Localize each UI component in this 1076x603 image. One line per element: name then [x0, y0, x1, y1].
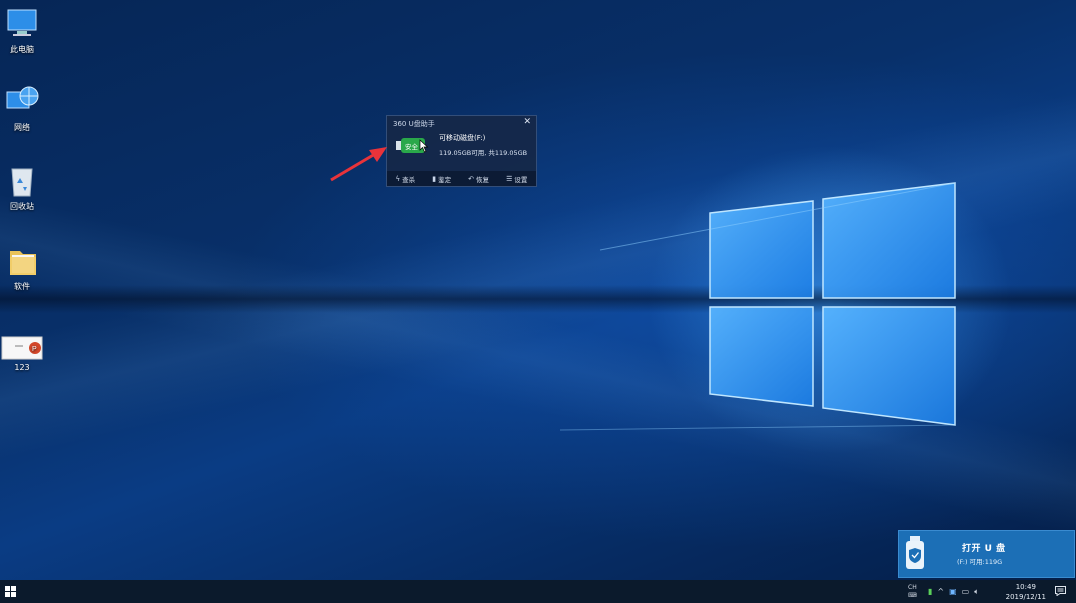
usb-helper-popup: 360 U盘助手 ✕ 安全 可移动磁盘(F:) 119.05GB可用, 共119…	[386, 115, 537, 187]
volume-icon[interactable]: 🔈︎	[974, 587, 979, 597]
restore-button[interactable]: ↶ 恢复	[468, 174, 489, 184]
folder-icon	[4, 243, 40, 279]
close-icon[interactable]: ✕	[523, 117, 531, 127]
clock-time: 10:49	[1015, 583, 1036, 591]
chevron-up-icon[interactable]: ^	[937, 587, 944, 596]
lightning-icon: ϟ	[395, 174, 401, 183]
toast-title: 打开 U 盘	[962, 544, 1006, 554]
popup-title: 360 U盘助手	[393, 120, 435, 128]
mouse-cursor-icon	[419, 139, 429, 153]
computer-icon	[4, 6, 40, 42]
desktop-icon-recycle-bin[interactable]: 回收站	[0, 163, 44, 212]
desktop-icon-label: 回收站	[10, 202, 34, 211]
popup-action-bar: ϟ 查杀 ▮ 鉴定 ↶ 恢复 ☰ 设置	[387, 171, 536, 186]
drive-name: 可移动磁盘(F:)	[439, 134, 486, 142]
action-label: 恢复	[476, 175, 490, 184]
desktop-icon-network[interactable]: 网络	[0, 84, 44, 133]
clock-date: 2019/12/11	[1005, 593, 1046, 601]
desktop-icon-label: 软件	[14, 282, 30, 291]
clock[interactable]: 10:49 2019/12/11	[1006, 582, 1046, 602]
action-center-icon[interactable]	[1055, 586, 1066, 596]
restore-icon: ↶	[468, 174, 475, 183]
settings-button[interactable]: ☰ 设置	[506, 174, 527, 184]
desktop-icon-label: 123	[14, 363, 30, 372]
identify-button[interactable]: ▮ 鉴定	[432, 174, 451, 184]
toast-subtitle: (F:) 可用:119G	[957, 558, 1003, 566]
annotation-arrow	[330, 147, 387, 182]
drive-capacity: 119.05GB可用, 共119.05GB	[439, 149, 528, 157]
usb-tray-icon[interactable]: ▣	[949, 587, 957, 596]
ime-indicator[interactable]: CH ⌨	[908, 580, 917, 603]
keyboard-icon: ⌨	[908, 591, 917, 599]
powerpoint-file-icon: P	[1, 336, 43, 360]
desktop-icon-this-pc[interactable]: 此电脑	[0, 6, 44, 55]
svg-text:P: P	[32, 346, 37, 353]
usb-shield-icon	[906, 536, 924, 569]
desktop-icon-label: 网络	[14, 123, 30, 132]
desktop-icon-label: 此电脑	[10, 45, 34, 54]
open-usb-toast[interactable]: 打开 U 盘 (F:) 可用:119G	[898, 530, 1075, 578]
network-icon	[4, 84, 40, 120]
windows-logo-wallpaper	[559, 182, 956, 431]
taskbar: CH ⌨ ▮ ^ ▣ ▭ 🔈︎ 10:49 2019/12/11	[0, 580, 1076, 603]
network-monitor-icon[interactable]: ▭	[962, 587, 970, 596]
action-label: 查杀	[402, 175, 416, 184]
desktop-icon-123[interactable]: P 123	[0, 336, 44, 373]
windows-start-icon[interactable]	[5, 586, 16, 597]
desktop-icon-software-folder[interactable]: 软件	[0, 243, 44, 292]
recycle-bin-icon	[4, 163, 40, 199]
action-label: 鉴定	[438, 175, 452, 184]
action-label: 设置	[514, 175, 528, 184]
safe-label: 安全	[405, 143, 418, 151]
battery-icon[interactable]: ▮	[928, 587, 932, 596]
system-tray: ▮ ^ ▣ ▭ 🔈︎	[928, 580, 979, 603]
scan-button[interactable]: ϟ 查杀	[396, 174, 416, 184]
ime-label: CH	[908, 583, 917, 591]
usb-icon: ▮	[432, 174, 437, 183]
menu-icon: ☰	[506, 174, 513, 183]
